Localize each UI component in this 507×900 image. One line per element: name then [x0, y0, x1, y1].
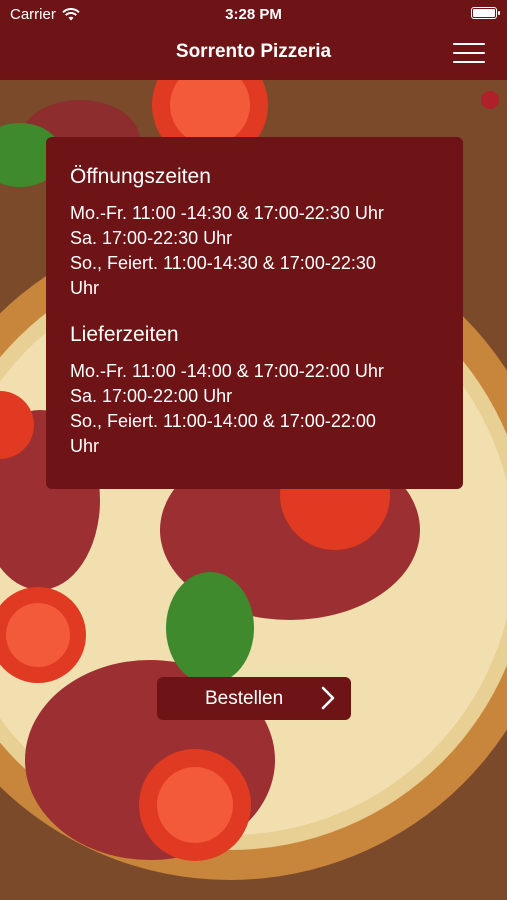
battery-icon: [471, 7, 500, 19]
status-bar: Carrier 3:28 PM: [0, 0, 507, 28]
opening-hours-line: Mo.-Fr. 11:00 -14:30 & 17:00-22:30 Uhr: [70, 203, 384, 223]
order-button-label: Bestellen: [205, 688, 284, 709]
delivery-hours-line: So., Feiert. 11:00-14:00 & 17:00-22:00: [70, 411, 376, 431]
status-time: 3:28 PM: [225, 6, 282, 23]
opening-hours-line: So., Feiert. 11:00-14:30 & 17:00-22:30: [70, 253, 376, 273]
delivery-hours-line: Sa. 17:00-22:00 Uhr: [70, 386, 233, 406]
opening-hours-title: Öffnungszeiten: [70, 165, 211, 188]
delivery-hours-line: Uhr: [70, 436, 100, 456]
hamburger-menu-icon[interactable]: [453, 41, 485, 65]
delivery-hours-title: Lieferzeiten: [70, 323, 179, 346]
opening-hours-line: Uhr: [70, 278, 100, 298]
page-title: Sorrento Pizzeria: [175, 41, 332, 62]
order-button[interactable]: Bestellen: [157, 677, 351, 720]
opening-hours-line: Sa. 17:00-22:30 Uhr: [70, 228, 233, 248]
navigation-bar: Sorrento Pizzeria: [0, 28, 507, 80]
delivery-hours-line: Mo.-Fr. 11:00 -14:00 & 17:00-22:00 Uhr: [70, 361, 384, 381]
battery-fill: [473, 9, 495, 17]
hours-card: Öffnungszeiten Mo.-Fr. 11:00 -14:30 & 17…: [46, 137, 463, 489]
chevron-right-icon: [321, 686, 335, 710]
